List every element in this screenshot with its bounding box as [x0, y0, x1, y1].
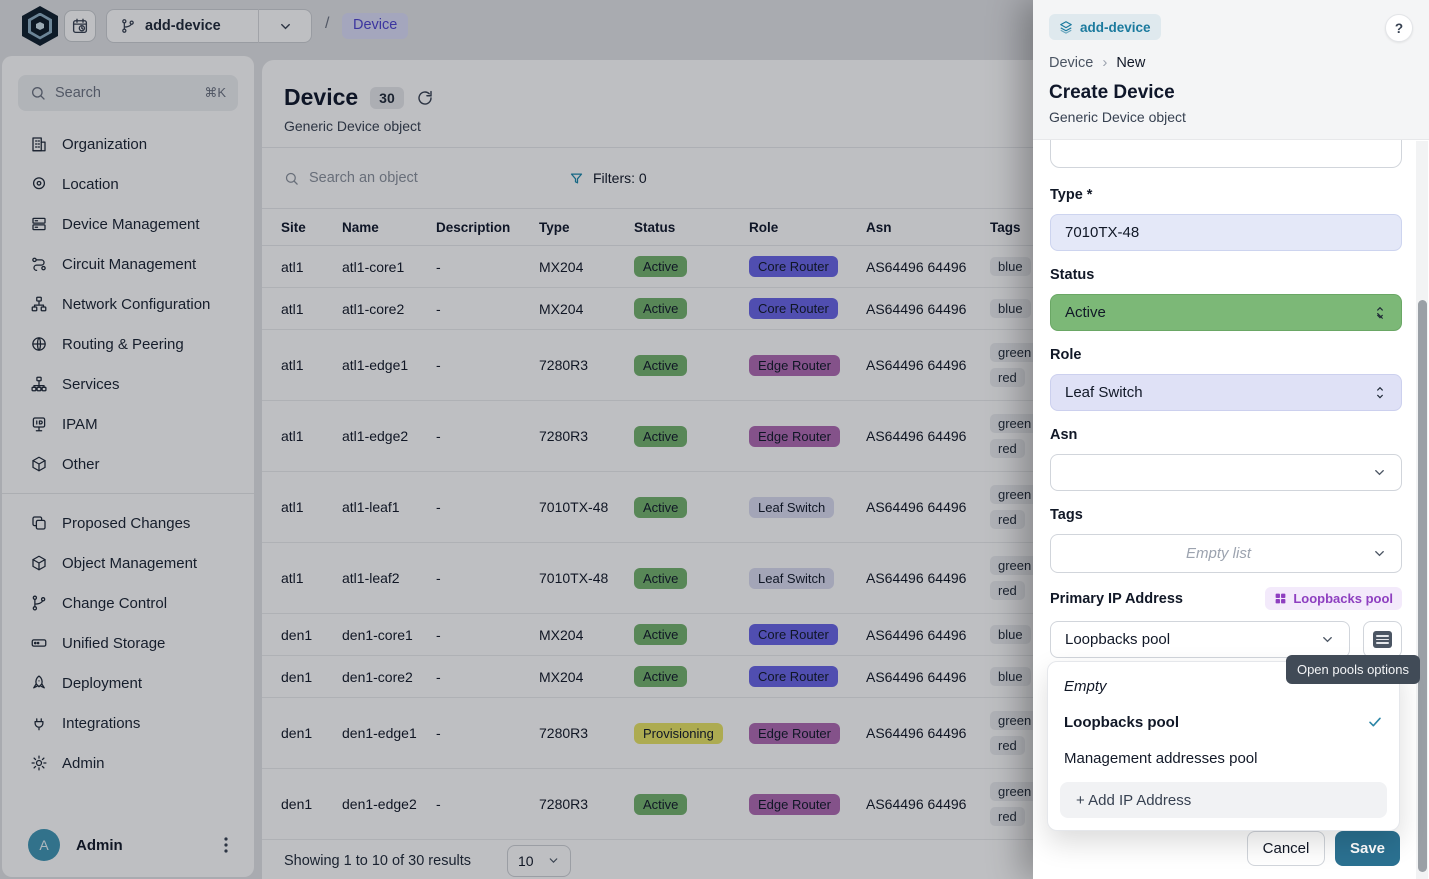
tags-placeholder: Empty list	[1065, 545, 1372, 562]
save-button[interactable]: Save	[1335, 831, 1400, 866]
chevron-down-icon	[1372, 465, 1387, 480]
tags-select[interactable]: Empty list	[1050, 534, 1402, 573]
status-value: Active	[1065, 304, 1106, 321]
breadcrumb-parent[interactable]: Device	[1049, 55, 1093, 71]
dropdown-option-loopbacks-pool[interactable]: Loopbacks pool	[1048, 704, 1399, 740]
cancel-button[interactable]: Cancel	[1247, 831, 1325, 866]
type-input[interactable]: 7010TX-48	[1050, 214, 1402, 251]
role-label: Role	[1050, 347, 1402, 363]
field-tags: Tags Empty list	[1050, 507, 1402, 573]
field-primary-ip: Primary IP Address Loopbacks pool Loopba…	[1050, 590, 1402, 658]
modal-overlay[interactable]	[0, 0, 1033, 879]
breadcrumb-current: New	[1116, 55, 1145, 71]
dropdown-options: Empty Loopbacks pool Management addresses …	[1048, 668, 1399, 776]
field-role: Role Leaf Switch	[1050, 347, 1402, 411]
type-value: 7010TX-48	[1065, 224, 1139, 241]
primary-ip-value: Loopbacks pool	[1065, 631, 1170, 648]
type-label: Type *	[1050, 187, 1402, 203]
dropdown-option-label: Management addresses pool	[1064, 750, 1257, 767]
field-asn: Asn	[1050, 427, 1402, 491]
add-ip-address-option[interactable]: + Add IP Address	[1060, 782, 1387, 818]
field-type: Type * 7010TX-48	[1050, 187, 1402, 251]
drawer-title: Create Device	[1049, 82, 1413, 104]
asn-label: Asn	[1050, 427, 1402, 443]
pool-grid-icon	[1274, 592, 1287, 605]
dropdown-option-label: Empty	[1064, 678, 1107, 695]
tags-label: Tags	[1050, 507, 1402, 523]
tooltip: Open pools options	[1286, 655, 1420, 684]
primary-ip-select[interactable]: Loopbacks pool	[1050, 621, 1350, 658]
updown-chevron-icon	[1373, 306, 1387, 320]
open-pools-button[interactable]	[1363, 621, 1402, 658]
app-root: add-device / Device Search ⌘K Organizati…	[0, 0, 1429, 879]
chevron-down-icon	[1372, 546, 1387, 561]
create-device-drawer: add-device ? Device › New Create Device …	[1033, 0, 1429, 879]
dropdown-option-label: Loopbacks pool	[1064, 714, 1179, 731]
layers-icon	[1059, 20, 1073, 34]
chevron-down-icon	[1320, 632, 1335, 647]
role-value: Leaf Switch	[1065, 384, 1143, 401]
dropdown-option-management-addresses-pool[interactable]: Management addresses pool	[1048, 740, 1399, 776]
primary-ip-label: Primary IP Address	[1050, 591, 1183, 607]
drawer-footer: Cancel Save	[1247, 831, 1400, 866]
role-select[interactable]: Leaf Switch	[1050, 374, 1402, 411]
drawer-subtitle: Generic Device object	[1049, 109, 1413, 125]
breadcrumb-chevron: ›	[1102, 54, 1107, 71]
field-status: Status Active	[1050, 267, 1402, 331]
status-label: Status	[1050, 267, 1402, 283]
pool-badge[interactable]: Loopbacks pool	[1265, 587, 1402, 610]
scrolled-field-input[interactable]	[1050, 140, 1402, 168]
branch-badge-label: add-device	[1080, 20, 1151, 35]
updown-chevron-icon	[1373, 386, 1387, 400]
drawer-header: add-device ? Device › New Create Device …	[1033, 0, 1429, 140]
status-select[interactable]: Active	[1050, 294, 1402, 331]
pool-badge-label: Loopbacks pool	[1293, 591, 1393, 606]
asn-select[interactable]	[1050, 454, 1402, 491]
check-icon	[1367, 714, 1383, 730]
branch-badge: add-device	[1049, 14, 1161, 40]
help-button[interactable]: ?	[1385, 14, 1413, 42]
ip-pool-dropdown: Empty Loopbacks pool Management addresses …	[1047, 661, 1400, 831]
scrollbar-thumb[interactable]	[1418, 300, 1427, 872]
pool-options-icon	[1373, 631, 1392, 648]
drawer-breadcrumb: Device › New	[1049, 54, 1413, 71]
